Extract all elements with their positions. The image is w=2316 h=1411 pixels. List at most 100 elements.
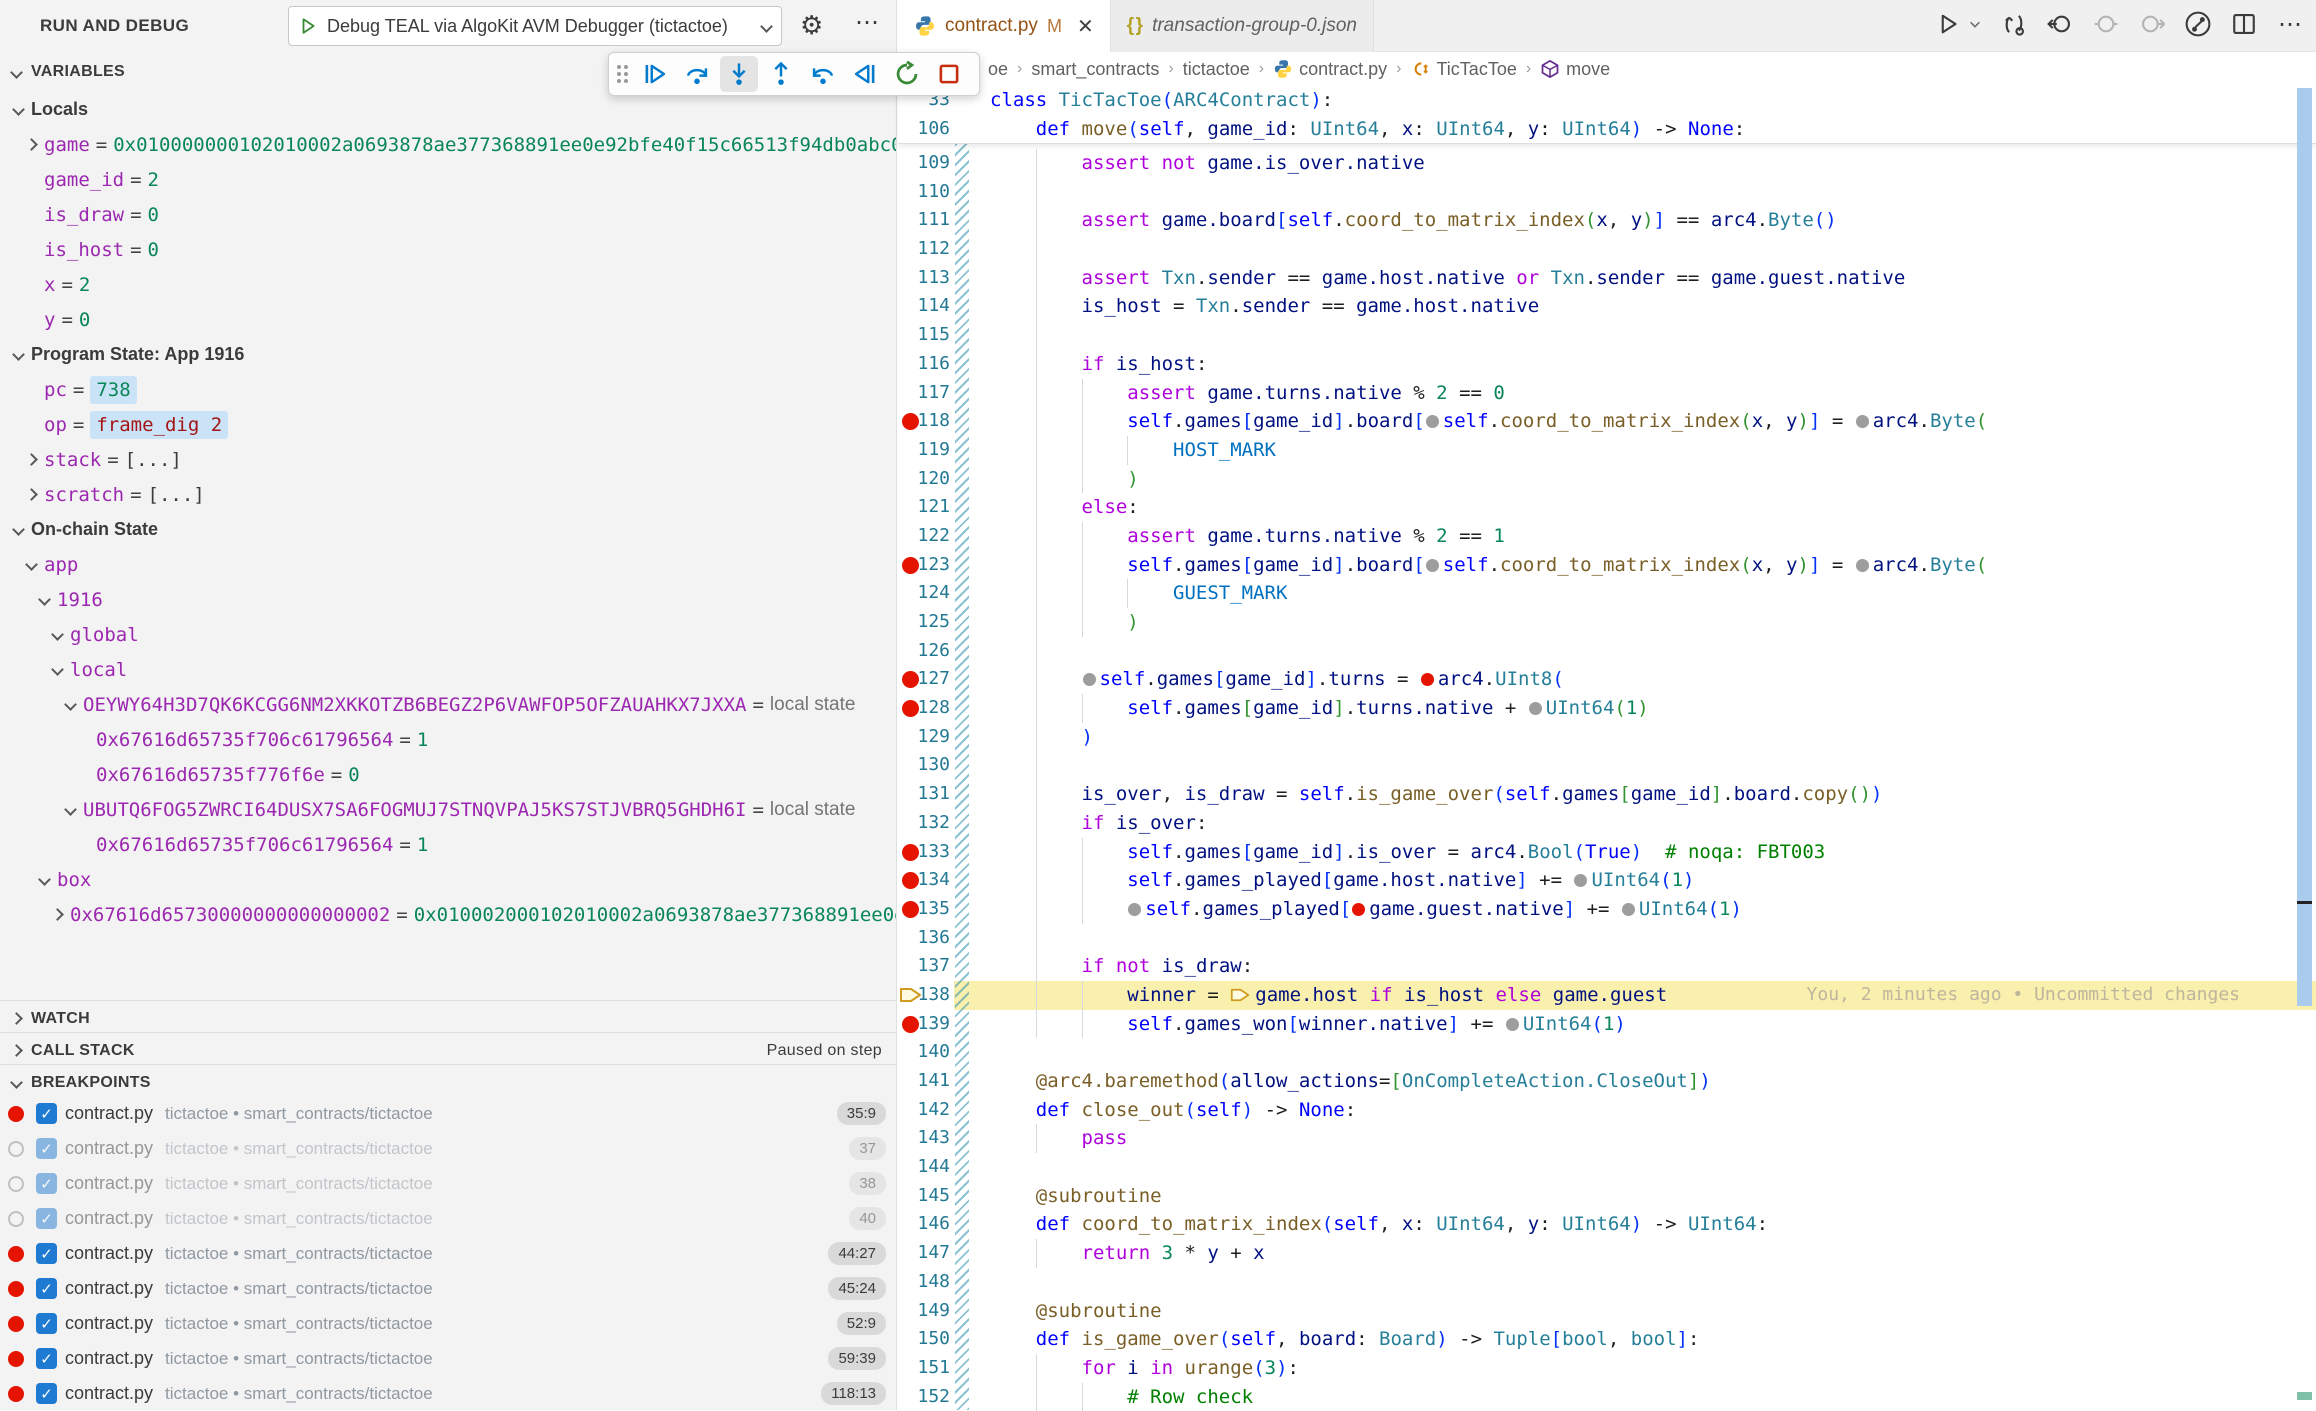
inline-breakpoint-candidate-icon[interactable] bbox=[1856, 415, 1869, 428]
navigate-forward-icon[interactable] bbox=[2136, 8, 2168, 40]
variable-row[interactable]: app bbox=[0, 547, 896, 582]
inline-breakpoint-candidate-icon[interactable] bbox=[1574, 874, 1587, 887]
inline-breakpoint-candidate-icon[interactable] bbox=[1856, 559, 1869, 572]
line-number[interactable]: 109 bbox=[906, 149, 950, 178]
line-number[interactable]: 141 bbox=[906, 1067, 950, 1096]
breakpoint-checkbox[interactable]: ✓ bbox=[36, 1278, 57, 1299]
line-number[interactable]: 121 bbox=[906, 493, 950, 522]
split-editor-icon[interactable] bbox=[2228, 8, 2260, 40]
line-number[interactable]: 142 bbox=[906, 1096, 950, 1125]
breadcrumb-item[interactable]: oe bbox=[988, 59, 1008, 80]
launch-config-dropdown[interactable]: Debug TEAL via AlgoKit AVM Debugger (tic… bbox=[288, 6, 782, 46]
chevron-down-icon[interactable] bbox=[12, 103, 25, 116]
breakpoint-checkbox[interactable]: ✓ bbox=[36, 1383, 57, 1404]
navigate-back-icon[interactable] bbox=[2044, 8, 2076, 40]
line-number[interactable]: 128 bbox=[906, 694, 950, 723]
watch-section-header[interactable]: WATCH bbox=[0, 1000, 896, 1036]
continue-button[interactable] bbox=[636, 56, 674, 92]
breakpoint-row[interactable]: ✓contract.pytictactoe • smart_contracts/… bbox=[0, 1341, 896, 1376]
variable-row[interactable]: 0x67616d65735f706c61796564=1 bbox=[0, 722, 896, 757]
chevron-right-icon[interactable] bbox=[25, 138, 38, 151]
variable-row[interactable]: global bbox=[0, 617, 896, 652]
breakpoint-checkbox[interactable]: ✓ bbox=[36, 1138, 57, 1159]
variable-row[interactable]: 0x67616d65735f776f6e=0 bbox=[0, 757, 896, 792]
line-number[interactable]: 138 bbox=[906, 981, 950, 1010]
variable-row[interactable]: op=frame_dig 2 bbox=[0, 407, 896, 442]
chevron-down-icon[interactable] bbox=[51, 628, 64, 641]
drag-grip-icon[interactable] bbox=[617, 65, 628, 83]
line-number[interactable]: 132 bbox=[906, 809, 950, 838]
line-number[interactable]: 126 bbox=[906, 637, 950, 666]
line-number[interactable]: 113 bbox=[906, 264, 950, 293]
tab-transaction-group-json[interactable]: { } transaction-group-0.json bbox=[1111, 0, 1374, 52]
line-number[interactable]: 139 bbox=[906, 1010, 950, 1039]
chevron-down-icon[interactable] bbox=[12, 348, 25, 361]
breakpoint-row[interactable]: ✓contract.pytictactoe • smart_contracts/… bbox=[0, 1166, 896, 1201]
close-icon[interactable]: ✕ bbox=[1077, 14, 1094, 39]
breakpoint-checkbox[interactable]: ✓ bbox=[36, 1243, 57, 1264]
inline-breakpoint-candidate-icon[interactable] bbox=[1128, 903, 1141, 916]
variable-row[interactable]: 0x67616d65735f706c61796564=1 bbox=[0, 827, 896, 862]
breakpoint-checkbox[interactable]: ✓ bbox=[36, 1348, 57, 1369]
variable-row[interactable]: game_id=2 bbox=[0, 162, 896, 197]
variable-row[interactable]: scratch=[...] bbox=[0, 477, 896, 512]
breakpoint-row[interactable]: ✓contract.pytictactoe • smart_contracts/… bbox=[0, 1131, 896, 1166]
line-number[interactable]: 137 bbox=[906, 952, 950, 981]
line-number[interactable]: 118 bbox=[906, 407, 950, 436]
chevron-right-icon[interactable] bbox=[25, 488, 38, 501]
run-dropdown-icon[interactable] bbox=[1966, 8, 1984, 40]
step-out-button[interactable] bbox=[762, 56, 800, 92]
variable-row[interactable]: box bbox=[0, 862, 896, 897]
chevron-down-icon[interactable] bbox=[64, 803, 77, 816]
line-number[interactable]: 130 bbox=[906, 751, 950, 780]
editor-scrollbar[interactable] bbox=[2297, 88, 2312, 1006]
breakpoint-row[interactable]: ✓contract.pytictactoe • smart_contracts/… bbox=[0, 1236, 896, 1271]
variable-row[interactable]: 1916 bbox=[0, 582, 896, 617]
line-number[interactable]: 106 bbox=[906, 115, 950, 144]
sync-changes-icon[interactable] bbox=[1998, 8, 2030, 40]
reverse-continue-button[interactable] bbox=[846, 56, 884, 92]
breakpoint-row[interactable]: ✓contract.pytictactoe • smart_contracts/… bbox=[0, 1306, 896, 1341]
breadcrumb-item[interactable]: TicTacToe bbox=[1410, 59, 1516, 80]
more-actions-icon[interactable]: ⋯ bbox=[2274, 8, 2306, 40]
inline-breakpoint-candidate-icon[interactable] bbox=[1622, 903, 1635, 916]
line-number[interactable]: 123 bbox=[906, 551, 950, 580]
line-number[interactable]: 110 bbox=[906, 178, 950, 207]
breakpoint-checkbox[interactable]: ✓ bbox=[36, 1208, 57, 1229]
inline-breakpoint-candidate-icon[interactable] bbox=[1426, 559, 1439, 572]
line-number[interactable]: 146 bbox=[906, 1210, 950, 1239]
line-number[interactable]: 134 bbox=[906, 866, 950, 895]
chevron-down-icon[interactable] bbox=[51, 663, 64, 676]
line-number[interactable]: 119 bbox=[906, 436, 950, 465]
chevron-down-icon[interactable] bbox=[38, 593, 51, 606]
line-number[interactable]: 135 bbox=[906, 895, 950, 924]
step-into-button[interactable] bbox=[720, 56, 758, 92]
line-number[interactable]: 145 bbox=[906, 1182, 950, 1211]
inline-breakpoint-candidate-icon[interactable] bbox=[1083, 673, 1096, 686]
line-number[interactable]: 148 bbox=[906, 1268, 950, 1297]
breadcrumb-item[interactable]: smart_contracts bbox=[1031, 59, 1159, 80]
line-number[interactable]: 111 bbox=[906, 206, 950, 235]
variable-row[interactable]: UBUTQ6FOG5ZWRCI64DUSX7SA6FOGMUJ7STNQVPAJ… bbox=[0, 792, 896, 827]
run-icon[interactable] bbox=[1932, 8, 1964, 40]
breakpoint-row[interactable]: ✓contract.pytictactoe • smart_contracts/… bbox=[0, 1201, 896, 1236]
variable-row[interactable]: game=0x010000000102010002a0693878ae37736… bbox=[0, 127, 896, 162]
stop-button[interactable] bbox=[930, 56, 968, 92]
breakpoint-checkbox[interactable]: ✓ bbox=[36, 1173, 57, 1194]
breadcrumb-item[interactable]: contract.py bbox=[1273, 59, 1387, 80]
breakpoint-checkbox[interactable]: ✓ bbox=[36, 1313, 57, 1334]
restart-button[interactable] bbox=[888, 56, 926, 92]
chevron-right-icon[interactable] bbox=[25, 453, 38, 466]
line-number[interactable]: 152 bbox=[906, 1383, 950, 1411]
inline-breakpoint-icon[interactable] bbox=[1352, 903, 1365, 916]
gear-icon[interactable]: ⚙ bbox=[800, 10, 823, 41]
more-actions-icon[interactable]: ⋯ bbox=[855, 8, 879, 37]
chevron-down-icon[interactable] bbox=[38, 873, 51, 886]
variables-scope-row[interactable]: On-chain State bbox=[0, 512, 896, 547]
breakpoint-row[interactable]: ✓contract.pytictactoe • smart_contracts/… bbox=[0, 1096, 896, 1131]
line-number[interactable]: 120 bbox=[906, 465, 950, 494]
line-number[interactable]: 129 bbox=[906, 723, 950, 752]
inline-breakpoint-candidate-icon[interactable] bbox=[1426, 415, 1439, 428]
line-number[interactable]: 150 bbox=[906, 1325, 950, 1354]
line-number[interactable]: 117 bbox=[906, 379, 950, 408]
